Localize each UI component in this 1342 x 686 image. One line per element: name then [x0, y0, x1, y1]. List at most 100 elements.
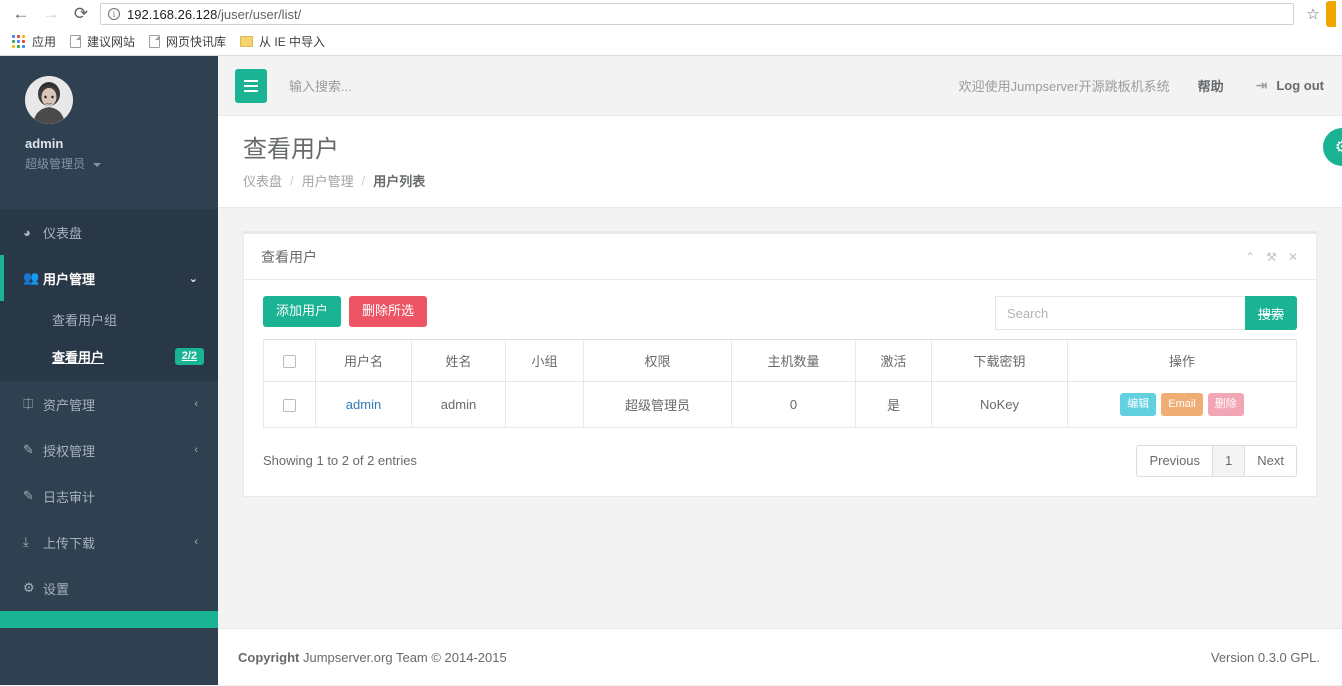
settings-fab-button[interactable]: ⚙: [1323, 128, 1342, 166]
back-arrow-icon[interactable]: ←: [6, 1, 36, 27]
column-role[interactable]: 权限: [583, 339, 732, 383]
cell-download-key: NoKey: [931, 381, 1068, 428]
navbar-welcome-text: 欢迎使用Jumpserver开源跳板机系统: [958, 79, 1170, 94]
bookmark-label: 应用: [32, 35, 57, 49]
column-operations[interactable]: 操作: [1067, 339, 1297, 383]
cell-username: admin: [315, 381, 412, 428]
chevron-left-icon: ‹: [194, 398, 198, 410]
bookmark-label: 网页快讯库: [166, 35, 227, 49]
sidebar-item-label: 设置: [43, 581, 70, 597]
clipboard-icon: ✎: [23, 488, 34, 503]
breadcrumb-item-dashboard[interactable]: 仪表盘: [243, 171, 282, 190]
bookmark-label: 从 IE 中导入: [259, 35, 326, 49]
sidebar-subitem-label: 查看用户: [52, 350, 105, 365]
sidebar-item-settings[interactable]: ⚙ 设置: [0, 565, 218, 611]
caret-down-icon: [93, 162, 102, 167]
navbar-help-link[interactable]: 帮助: [1198, 76, 1224, 95]
bookmark-imported-from-ie[interactable]: 从 IE 中导入: [236, 31, 333, 52]
column-active[interactable]: 激活: [855, 339, 932, 383]
logout-button[interactable]: ⇥ Log out: [1256, 77, 1324, 94]
sidebar-item-user-groups[interactable]: 查看用户组: [0, 301, 218, 338]
user-table: 用户名 姓名 小组 权限 主机数量 激活 下载密钥 操作 admin admin…: [263, 339, 1297, 428]
delete-button[interactable]: 删除: [1207, 393, 1244, 416]
site-info-icon[interactable]: i: [108, 8, 120, 20]
panel-title: 查看用户: [261, 248, 317, 265]
cell-operations: 编辑 Email 删除: [1067, 381, 1297, 428]
users-icon: 👥: [23, 270, 40, 285]
address-bar[interactable]: i 192.168.26.128/juser/user/list/: [100, 3, 1294, 25]
bookmark-apps[interactable]: 应用: [8, 31, 64, 52]
username-link[interactable]: admin: [346, 397, 381, 412]
table-row[interactable]: admin admin 超级管理员 0 是 NoKey 编辑 Email 删除: [263, 381, 1297, 428]
browser-url-bar: ← → ⟳ i 192.168.26.128/juser/user/list/ …: [0, 0, 1342, 28]
chevron-down-icon: ⌄: [188, 272, 198, 285]
sidebar-footer-filler: [0, 628, 218, 685]
sidebar-item-log-audit[interactable]: ✎ 日志审计: [0, 473, 218, 519]
pagination-page-1[interactable]: 1: [1213, 444, 1246, 477]
document-icon: [70, 35, 82, 48]
email-button[interactable]: Email: [1161, 393, 1203, 416]
apps-grid-icon: [12, 34, 26, 49]
pagination-previous[interactable]: Previous: [1136, 444, 1214, 477]
avatar[interactable]: [25, 76, 73, 124]
sidebar-item-user-management[interactable]: 👥 用户管理 ⌄: [0, 255, 218, 301]
profile-username: admin: [25, 136, 64, 151]
sidebar-item-asset-management[interactable]: ⎅ 资产管理 ‹: [0, 381, 218, 427]
bookmark-web-feed[interactable]: 网页快讯库: [145, 31, 234, 52]
search-input[interactable]: [994, 296, 1245, 331]
hamburger-menu-icon[interactable]: [235, 68, 267, 103]
dashboard-icon: ◕: [23, 224, 31, 240]
edit-button[interactable]: 编辑: [1120, 393, 1157, 416]
app-shell: admin 超级管理员 ◕ 仪表盘 👥 用户管理 ⌄ 查看用户组 查看用户 2/…: [0, 56, 1342, 685]
sidebar-item-label: 日志审计: [43, 489, 96, 505]
select-all-checkbox[interactable]: [283, 355, 296, 369]
url-path: /juser/user/list/: [217, 6, 302, 22]
search-button[interactable]: 搜索: [1244, 296, 1297, 331]
close-icon[interactable]: ✕: [1288, 250, 1298, 264]
column-username[interactable]: 用户名: [315, 339, 412, 383]
sidebar-profile[interactable]: admin 超级管理员: [0, 56, 218, 209]
profile-role[interactable]: 超级管理员: [25, 155, 193, 172]
sidebar-badge-count: 2/2: [174, 348, 204, 365]
sidebar: admin 超级管理员 ◕ 仪表盘 👥 用户管理 ⌄ 查看用户组 查看用户 2/…: [0, 56, 218, 685]
sidebar-item-label: 授权管理: [43, 443, 96, 459]
chevron-left-icon: ‹: [194, 444, 198, 456]
pagination-next[interactable]: Next: [1245, 444, 1297, 477]
table-footer: Showing 1 to 2 of 2 entries Previous 1 N…: [263, 444, 1297, 477]
breadcrumb: 仪表盘 / 用户管理 / 用户列表: [243, 171, 1317, 190]
sidebar-item-authorization-management[interactable]: ✎ 授权管理 ‹: [0, 427, 218, 473]
gears-icon: ⚙: [23, 580, 35, 595]
browser-chrome: ← → ⟳ i 192.168.26.128/juser/user/list/ …: [0, 0, 1342, 56]
user-table-head: 用户名 姓名 小组 权限 主机数量 激活 下载密钥 操作: [263, 339, 1297, 383]
bookmark-label: 建议网站: [87, 35, 136, 49]
navbar-search-input[interactable]: 输入搜索...: [289, 76, 959, 95]
column-name[interactable]: 姓名: [411, 339, 506, 383]
panel-header: 查看用户 ⌃ ⚒ ✕: [244, 234, 1316, 281]
cell-name: admin: [411, 381, 506, 428]
edit-square-icon: ✎: [23, 442, 34, 457]
breadcrumb-item-user-management[interactable]: 用户管理: [302, 171, 354, 190]
download-icon: ⤓: [23, 534, 29, 549]
content-wrapper: 查看用户 ⌃ ⚒ ✕ 添加用户 删除所选 搜索: [218, 208, 1342, 628]
column-download-key[interactable]: 下载密钥: [931, 339, 1068, 383]
sidebar-item-view-users[interactable]: 查看用户 2/2: [0, 338, 218, 375]
sidebar-item-upload-download[interactable]: ⤓ 上传下载 ‹: [0, 519, 218, 565]
reload-icon[interactable]: ⟳: [66, 1, 96, 27]
breadcrumb-separator: /: [361, 173, 366, 189]
sidebar-item-dashboard[interactable]: ◕ 仪表盘: [0, 209, 218, 255]
chevron-left-icon: ‹: [194, 536, 198, 548]
bookmark-suggested-sites[interactable]: 建议网站: [66, 31, 143, 52]
sign-out-icon: ⇥: [1255, 77, 1268, 93]
delete-selected-button[interactable]: 删除所选: [349, 296, 428, 328]
chevron-up-icon[interactable]: ⌃: [1245, 250, 1255, 264]
bookmark-star-icon[interactable]: ☆: [1300, 1, 1326, 27]
column-group[interactable]: 小组: [505, 339, 584, 383]
cell-active: 是: [855, 381, 932, 428]
wrench-icon[interactable]: ⚒: [1266, 250, 1277, 264]
column-host-count[interactable]: 主机数量: [731, 339, 856, 383]
add-user-button[interactable]: 添加用户: [263, 296, 342, 328]
breadcrumb-item-user-list: 用户列表: [373, 174, 426, 190]
row-checkbox[interactable]: [283, 399, 296, 413]
footer-version: Version 0.3.0 GPL.: [1210, 649, 1320, 665]
content-area: 输入搜索... 欢迎使用Jumpserver开源跳板机系统 帮助 ⇥ Log o…: [218, 56, 1342, 685]
